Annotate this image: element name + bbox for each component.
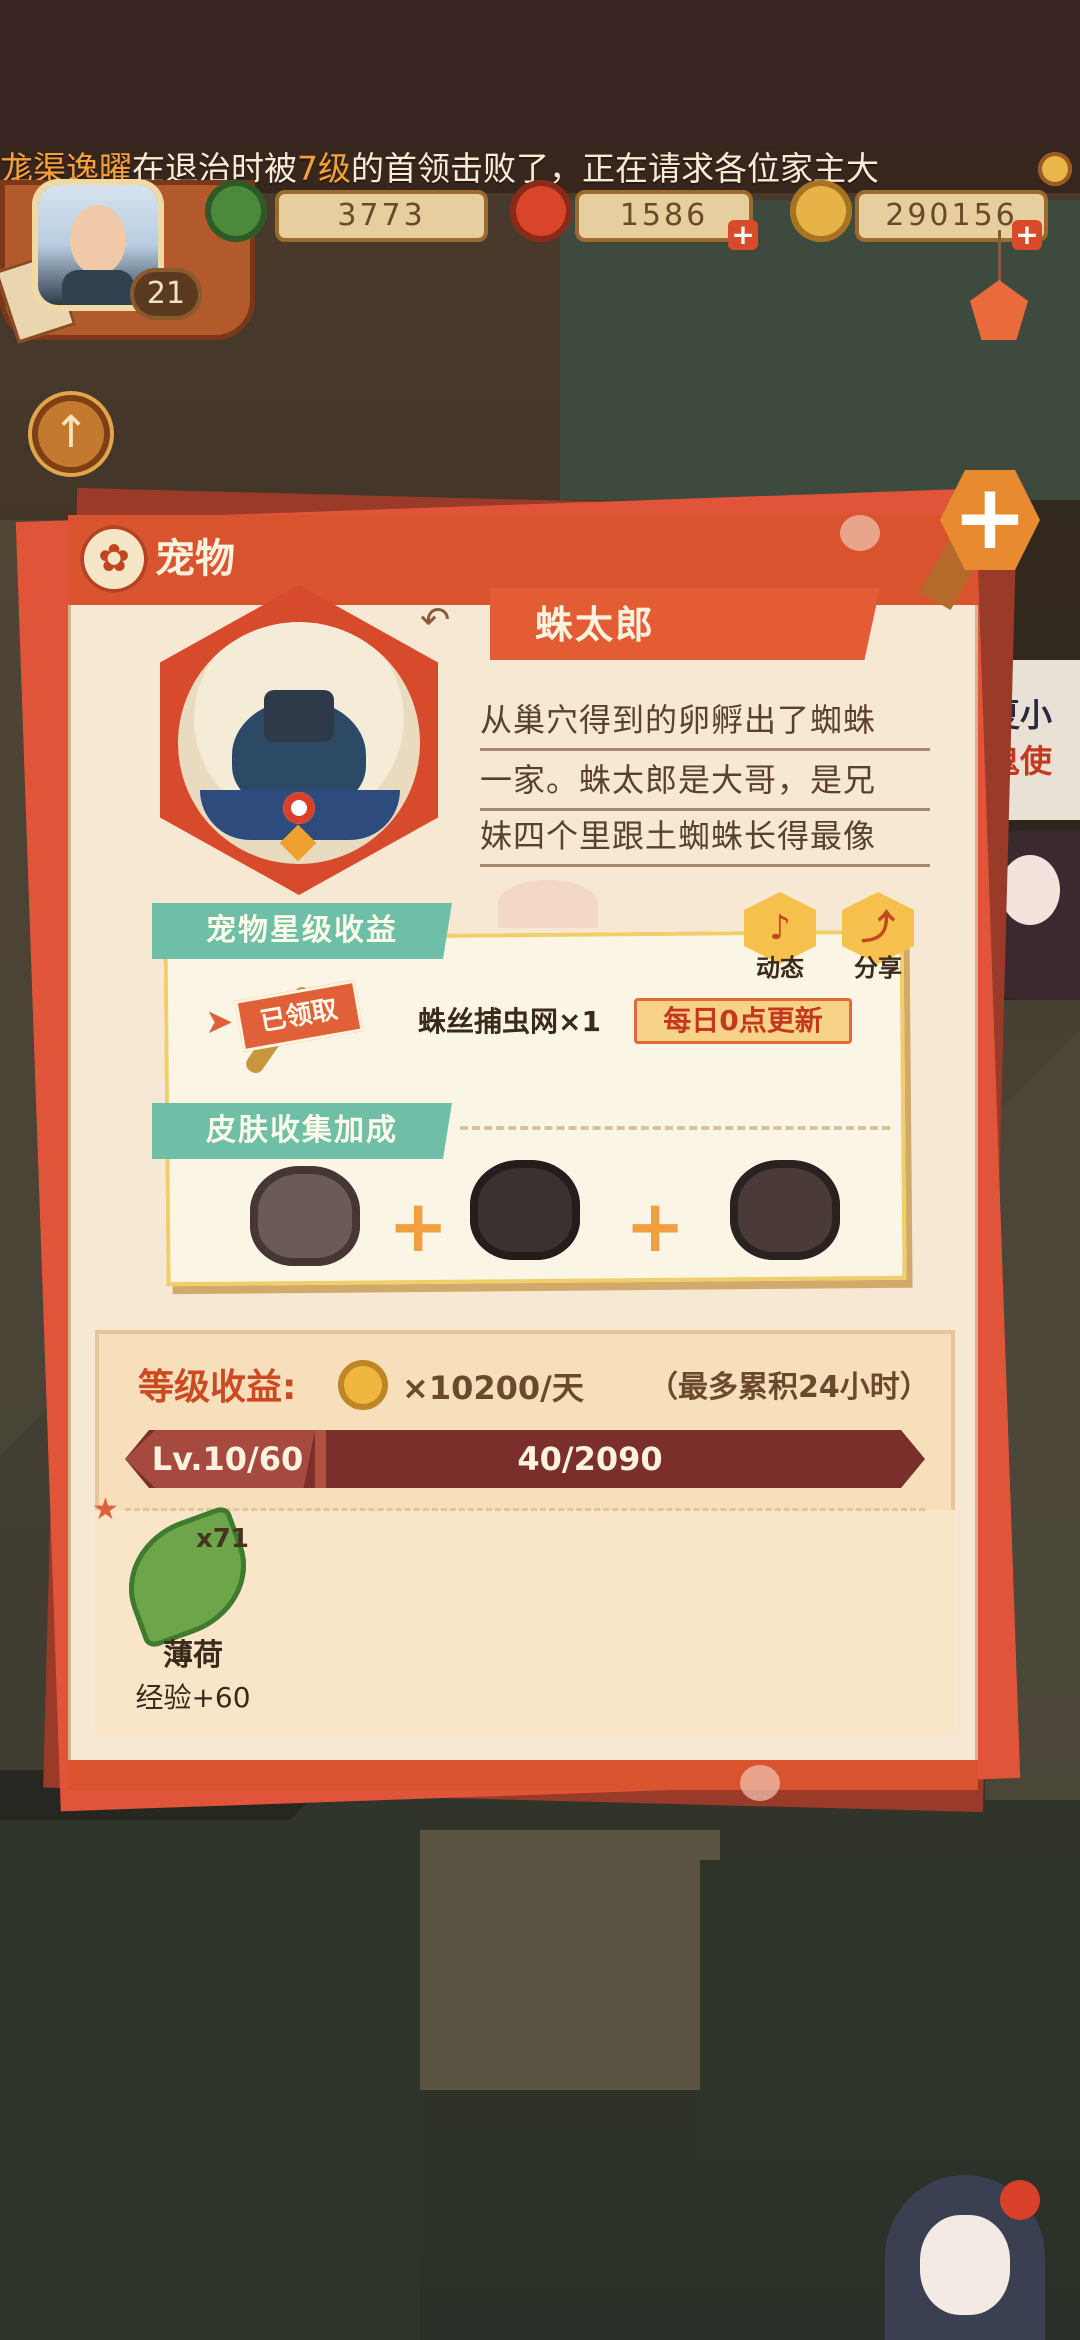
skin-spider-3-icon[interactable] — [730, 1160, 840, 1260]
flower-ornament-icon — [1038, 152, 1072, 186]
announcement-level: 7级 — [297, 149, 351, 188]
pet-description-line: 妹四个里跟土蜘蛛长得最像 — [480, 808, 930, 867]
reward-item-label: 蛛丝捕虫网×1 — [418, 1005, 601, 1038]
scene-tile — [700, 1860, 1080, 2160]
skin-bonus-label: 皮肤收集加成 — [152, 1103, 452, 1159]
fish-string — [998, 230, 1001, 285]
add-stamina-button[interactable]: + — [728, 220, 758, 250]
exp-text: 40/2090 — [517, 1440, 663, 1478]
pet-description-line: 从巢穴得到的卵孵出了蜘蛛 — [480, 692, 930, 751]
coin-icon — [790, 180, 852, 242]
top-background — [0, 0, 1080, 145]
arrow-right-icon: ➤ — [205, 1002, 234, 1042]
character-face — [1000, 855, 1060, 925]
cat-decoration-icon — [498, 880, 598, 928]
item-effect: 经验+60 — [135, 1681, 251, 1714]
arrow-up-button[interactable]: ↑ — [32, 395, 110, 473]
spider-pet-head — [264, 690, 334, 742]
coin-icon — [338, 1360, 388, 1410]
swirl-icon: ↶ — [420, 600, 451, 641]
add-coins-button[interactable]: + — [1012, 220, 1042, 250]
daily-refresh-tag: 每日0点更新 — [634, 998, 852, 1044]
paw-decoration-icon — [740, 1765, 780, 1801]
item-count: x71 — [196, 1524, 249, 1554]
plus-icon: + — [388, 1184, 449, 1268]
divider — [460, 1126, 890, 1130]
skin-spider-1-icon[interactable] — [250, 1166, 360, 1266]
pet-eye-icon — [283, 792, 315, 824]
pet-description-line: 一家。蛛太郎是大哥，是兄 — [480, 752, 930, 811]
avatar-face — [70, 205, 126, 275]
player-level-badge: 21 — [130, 268, 202, 320]
income-cap: （最多累积24小时） — [648, 1370, 930, 1405]
announcement-text-b: 的首领击败了，正在请求各位家主大 — [351, 149, 879, 188]
character-face — [920, 2215, 1010, 2315]
scene-tile — [0, 1820, 420, 2340]
income-rate: ×10200/天 — [402, 1369, 584, 1407]
paw-icon: ✿ — [80, 525, 148, 593]
star-income-label: 宠物星级收益 — [152, 903, 452, 959]
panel-footer — [68, 1760, 978, 1790]
notification-dot-icon — [1000, 2180, 1040, 2220]
avatar-shirt — [62, 270, 134, 302]
star-icon: ★ — [92, 1492, 119, 1527]
divider — [125, 1508, 925, 1511]
plus-icon: + — [625, 1184, 686, 1268]
scene-tile — [560, 200, 1080, 500]
jade-icon — [205, 180, 267, 242]
stamina-counter: 1586 — [575, 190, 753, 242]
dynamic-button-label[interactable]: 动态 — [735, 948, 825, 983]
level-text: Lv.10/60 — [151, 1440, 304, 1478]
share-button-label[interactable]: 分享 — [833, 948, 923, 983]
scene-tile — [420, 1830, 720, 2090]
stamina-icon — [510, 180, 572, 242]
panel-title: 宠物 — [155, 536, 235, 582]
jade-counter: 3773 — [275, 190, 488, 242]
item-name: 薄荷 — [163, 1638, 223, 1673]
level-income-label: 等级收益: — [138, 1367, 297, 1408]
paw-decoration-icon — [840, 515, 880, 551]
pet-name: 蛛太郎 — [535, 603, 656, 647]
skin-spider-2-icon[interactable] — [470, 1160, 580, 1260]
